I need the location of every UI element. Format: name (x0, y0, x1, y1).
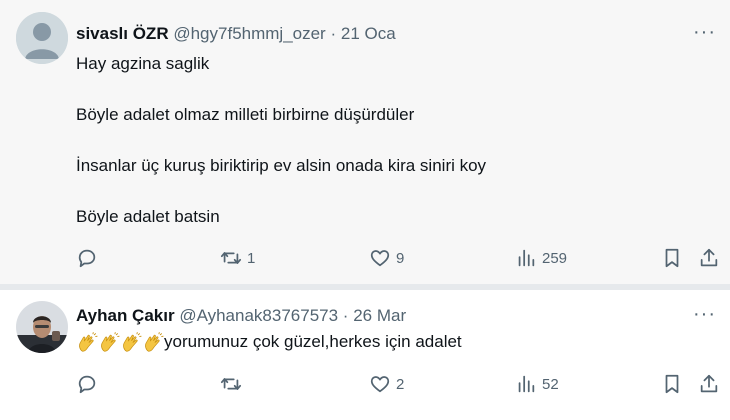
tweet-text-line: Hay agzina saglik (76, 54, 210, 73)
reply-icon (78, 375, 96, 394)
retweet-count: 1 (247, 249, 256, 267)
meta-dot: · (342, 306, 349, 325)
view-count: 259 (542, 249, 568, 267)
share-icon (700, 248, 718, 267)
retweet-icon (220, 378, 242, 390)
heart-icon (370, 250, 390, 267)
author-handle[interactable]: @hgy7f5hmmj_ozer (173, 24, 325, 43)
author-name[interactable]: Ayhan Çakır (76, 306, 175, 325)
views-button[interactable]: 259 (515, 246, 567, 270)
retweet-button[interactable]: 1 (220, 246, 255, 270)
like-button[interactable]: 2 (369, 372, 404, 396)
like-count: 2 (396, 375, 405, 393)
tweet-text-line: Böyle adalet batsin (76, 207, 220, 226)
tweet-actions: 1 9 259 (0, 246, 730, 270)
tweet-2[interactable]: Ayhan Çakır @Ayhanak83767573 · 26 Mar ··… (0, 290, 730, 420)
more-options-icon[interactable]: ··· (693, 304, 716, 324)
reply-button[interactable] (76, 246, 103, 270)
clapping-hands-icon (101, 331, 120, 352)
author-name[interactable]: sivaslı ÖZR (76, 24, 169, 43)
bar-chart-icon (518, 249, 535, 267)
tweet-1[interactable]: sivaslı ÖZR @hgy7f5hmmj_ozer · 21 Oca ··… (0, 0, 730, 284)
reply-icon (78, 249, 96, 268)
tweet-date[interactable]: 26 Mar (353, 306, 406, 325)
default-avatar[interactable] (16, 12, 68, 64)
views-button[interactable]: 52 (515, 372, 559, 396)
user-photo-icon (16, 301, 68, 353)
avatar[interactable] (16, 301, 68, 353)
bookmark-button[interactable] (661, 372, 683, 396)
clapping-hands-emojis (76, 331, 164, 352)
view-count: 52 (542, 375, 559, 393)
bookmark-icon (665, 374, 679, 394)
share-button[interactable] (698, 372, 720, 396)
like-button[interactable]: 9 (369, 246, 404, 270)
more-options-icon[interactable]: ··· (693, 22, 716, 42)
tweet-actions: 2 52 (0, 372, 730, 396)
heart-icon (370, 376, 390, 393)
tweet-text-content: yorumunuz çok güzel,herkes için adalet (164, 332, 462, 351)
author-handle[interactable]: @Ayhanak83767573 (179, 306, 338, 325)
retweet-button[interactable] (220, 372, 247, 396)
retweet-icon (220, 252, 242, 264)
bar-chart-icon (518, 375, 535, 393)
share-button[interactable] (698, 246, 720, 270)
meta-dot: · (330, 24, 337, 43)
bookmark-button[interactable] (661, 246, 683, 270)
clapping-hands-icon (123, 331, 142, 352)
person-silhouette-icon (16, 12, 68, 64)
share-icon (700, 374, 718, 393)
reply-button[interactable] (76, 372, 103, 396)
tweet-text: yorumunuz çok güzel,herkes için adalet (76, 331, 462, 354)
tweet-header: sivaslı ÖZR @hgy7f5hmmj_ozer · 21 Oca (76, 24, 396, 44)
tweet-header: Ayhan Çakır @Ayhanak83767573 · 26 Mar (76, 306, 406, 326)
bookmark-icon (665, 248, 679, 268)
like-count: 9 (396, 249, 405, 267)
tweet-text-line: Böyle adalet olmaz milleti birbirne düşü… (76, 105, 415, 124)
clapping-hands-icon (145, 331, 164, 352)
tweet-date[interactable]: 21 Oca (341, 24, 396, 43)
clapping-hands-icon (79, 331, 98, 352)
tweet-text-line: İnsanlar üç kuruş biriktirip ev alsin on… (76, 156, 487, 175)
